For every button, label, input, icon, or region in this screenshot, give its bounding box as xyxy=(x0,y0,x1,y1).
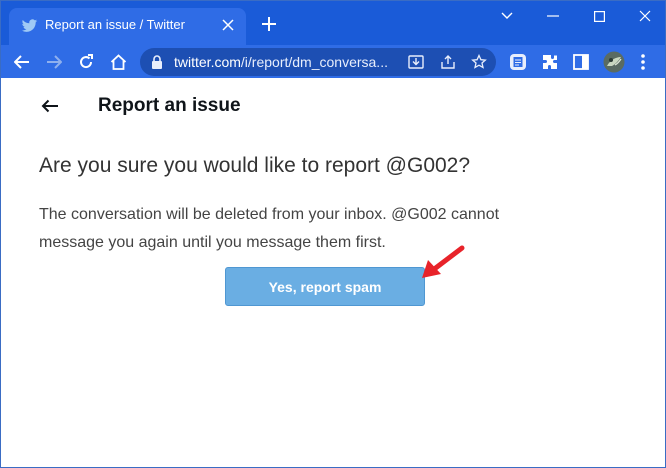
report-spam-button[interactable]: Yes, report spam xyxy=(225,267,425,306)
minimize-icon[interactable] xyxy=(530,1,576,31)
chevron-down-icon[interactable] xyxy=(484,1,530,31)
profile-avatar[interactable] xyxy=(601,49,627,75)
lock-icon[interactable] xyxy=(150,55,164,69)
browser-tab[interactable]: Report an issue / Twitter xyxy=(9,8,246,45)
tab-title: Report an issue / Twitter xyxy=(45,17,185,32)
bookmark-star-icon[interactable] xyxy=(469,52,489,72)
url-host: twitter.com xyxy=(174,54,241,70)
twitter-bird-icon xyxy=(21,17,38,34)
side-panel-icon[interactable] xyxy=(568,49,594,75)
address-bar[interactable]: twitter.com/i/report/dm_conversa... xyxy=(140,48,496,76)
confirm-question: Are you sure you would like to report @G… xyxy=(39,154,471,177)
share-icon[interactable] xyxy=(438,52,458,72)
install-app-icon[interactable] xyxy=(406,52,426,72)
tab-close-icon[interactable] xyxy=(218,15,238,35)
back-icon[interactable] xyxy=(9,49,35,75)
url-text[interactable]: twitter.com/i/report/dm_conversa... xyxy=(174,54,400,70)
url-path: /i/report/dm_conversa... xyxy=(240,54,388,70)
browser-window: Report an issue / Twitter twitter.com/i/… xyxy=(0,0,666,468)
more-menu-icon[interactable] xyxy=(635,49,651,75)
maximize-icon[interactable] xyxy=(576,1,622,31)
home-icon[interactable] xyxy=(105,49,131,75)
close-window-icon[interactable] xyxy=(622,1,665,31)
extensions-icon[interactable] xyxy=(537,49,563,75)
title-bar: Report an issue / Twitter xyxy=(1,1,665,45)
new-tab-icon[interactable] xyxy=(258,13,280,35)
forward-icon[interactable] xyxy=(41,49,67,75)
back-arrow-icon[interactable] xyxy=(39,95,61,117)
browser-toolbar: twitter.com/i/report/dm_conversa... xyxy=(1,45,665,78)
reload-icon[interactable] xyxy=(73,49,99,75)
annotation-arrow-icon xyxy=(422,245,465,278)
page-content: Report an issue Are you sure you would l… xyxy=(1,78,665,467)
reading-mode-icon[interactable] xyxy=(505,49,531,75)
page-title: Report an issue xyxy=(98,95,241,116)
